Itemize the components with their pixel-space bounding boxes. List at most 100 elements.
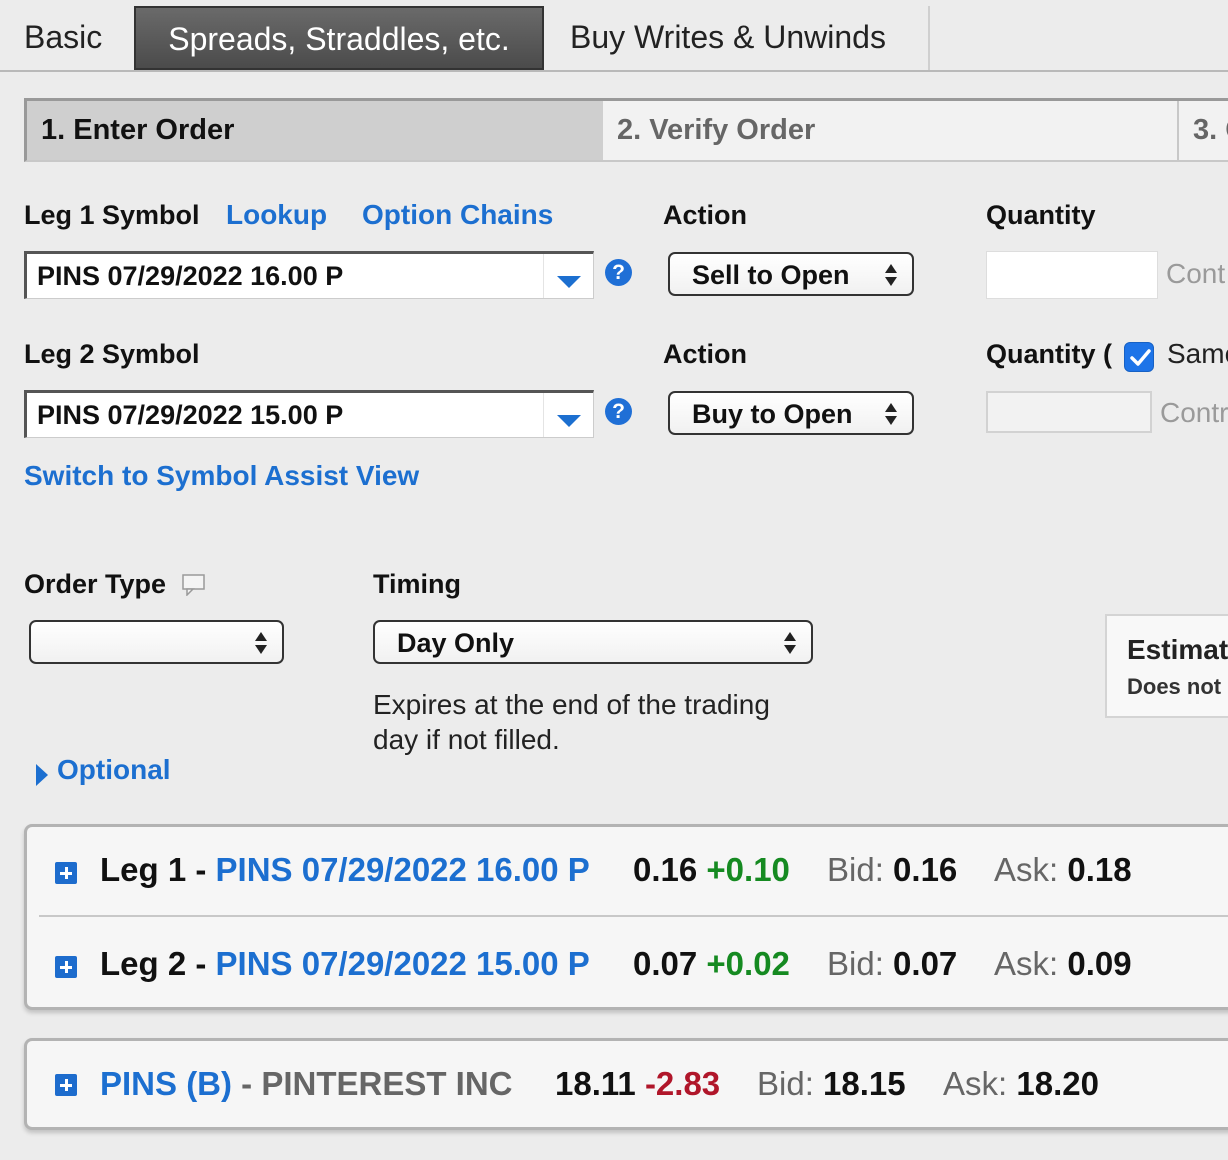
chevron-down-icon (557, 415, 581, 427)
leg1-action-value: Sell to Open (692, 260, 850, 290)
leg2-bid: Bid: 0.07 (827, 945, 957, 983)
leg2-quote-title: Leg 2 - PINS 07/29/2022 15.00 P (100, 945, 590, 983)
leg1-change: +0.10 (706, 851, 790, 888)
estimate-subtitle: Does not (1127, 674, 1222, 699)
leg1-symbol-dropdown-button[interactable] (543, 254, 593, 298)
leg2-ask: Ask: 0.09 (994, 945, 1132, 983)
leg1-dash: - (186, 851, 216, 888)
tab-buy-writes-unwinds[interactable]: Buy Writes & Unwinds (546, 6, 930, 70)
same-quantity-checkbox[interactable] (1124, 342, 1154, 372)
timing-value: Day Only (397, 628, 515, 658)
leg2-action-label: Action (663, 339, 747, 369)
underlying-quote-panel: PINS (B) - PINTEREST INC 18.11 -2.83 Bid… (24, 1038, 1228, 1130)
underlying-change: -2.83 (644, 1065, 721, 1102)
step-verify-order: 2. Verify Order (603, 101, 1179, 160)
leg1-ask-value: 0.18 (1067, 851, 1132, 888)
underlying-company-name: PINTEREST INC (261, 1065, 513, 1102)
updown-arrows-icon (255, 632, 267, 654)
leg2-action-value: Buy to Open (692, 399, 853, 429)
optional-link[interactable]: Optional (57, 754, 171, 786)
expand-icon[interactable] (55, 956, 77, 978)
bid-label: Bid: (827, 945, 894, 982)
leg1-last: 0.16 (633, 851, 698, 888)
bid-label: Bid: (827, 851, 894, 888)
ask-label: Ask: (994, 851, 1068, 888)
underlying-quote-row: PINS (B) - PINTEREST INC 18.11 -2.83 Bid… (27, 1041, 1228, 1133)
tab-spreads-straddles[interactable]: Spreads, Straddles, etc. (134, 6, 544, 70)
leg2-quantity-label: Quantity ( (986, 339, 1112, 369)
order-steps: 1. Enter Order 2. Verify Order 3. C (24, 98, 1228, 162)
updown-arrows-icon (885, 264, 897, 286)
caret-right-icon (36, 764, 48, 786)
leg1-symbol-label: Leg 1 Symbol (24, 200, 200, 230)
estimate-title: Estimat (1127, 634, 1228, 665)
leg1-action-select[interactable]: Sell to Open (668, 252, 914, 296)
leg2-quantity-unit: Contr (1160, 397, 1228, 428)
underlying-last: 18.11 (555, 1065, 636, 1102)
leg2-last: 0.07 (633, 945, 698, 982)
switch-symbol-assist-link[interactable]: Switch to Symbol Assist View (24, 460, 419, 492)
underlying-dash: - (232, 1065, 262, 1102)
leg2-bid-value: 0.07 (893, 945, 958, 982)
leg1-quantity-input[interactable] (986, 251, 1158, 299)
leg1-bid: Bid: 0.16 (827, 851, 957, 889)
leg2-symbol-value: PINS 07/29/2022 15.00 P (37, 400, 344, 430)
leg1-quote-symbol-link[interactable]: PINS 07/29/2022 16.00 P (216, 851, 590, 888)
leg2-name: Leg 2 (100, 945, 187, 982)
leg1-last-change: 0.16 +0.10 (633, 851, 790, 889)
leg2-action-select[interactable]: Buy to Open (668, 391, 914, 435)
leg2-quote-row: Leg 2 - PINS 07/29/2022 15.00 P 0.07 +0.… (27, 921, 1228, 1013)
leg2-change: +0.02 (706, 945, 790, 982)
timing-label: Timing (373, 569, 462, 599)
leg2-symbol-dropdown-button[interactable] (543, 393, 593, 437)
leg2-symbol-label: Leg 2 Symbol (24, 339, 200, 369)
order-tab-bar: Basic Spreads, Straddles, etc. Buy Write… (0, 0, 1228, 72)
option-chains-link[interactable]: Option Chains (362, 199, 553, 231)
tab-basic[interactable]: Basic (0, 6, 126, 70)
estimate-box: Estimat Does not (1105, 614, 1228, 718)
updown-arrows-icon (784, 632, 796, 654)
leg2-dash: - (186, 945, 216, 982)
leg1-name: Leg 1 (100, 851, 187, 888)
lookup-link[interactable]: Lookup (226, 199, 327, 231)
underlying-ask-value: 18.20 (1016, 1065, 1099, 1102)
bid-label: Bid: (757, 1065, 824, 1102)
legs-quote-panel: Leg 1 - PINS 07/29/2022 16.00 P 0.16 +0.… (24, 824, 1228, 1010)
leg2-quote-symbol-link[interactable]: PINS 07/29/2022 15.00 P (216, 945, 590, 982)
leg2-ask-value: 0.09 (1067, 945, 1132, 982)
timing-select[interactable]: Day Only (373, 620, 813, 664)
row-divider (39, 915, 1228, 917)
expand-icon[interactable] (55, 1074, 77, 1096)
checkmark-icon (1130, 349, 1151, 366)
leg1-quote-title: Leg 1 - PINS 07/29/2022 16.00 P (100, 851, 590, 889)
leg2-quantity-input[interactable] (986, 391, 1152, 433)
underlying-symbol-link[interactable]: PINS (B) (100, 1065, 232, 1102)
underlying-bid-value: 18.15 (823, 1065, 906, 1102)
step-enter-order: 1. Enter Order (27, 101, 603, 160)
leg2-last-change: 0.07 +0.02 (633, 945, 790, 983)
help-icon[interactable]: ? (605, 398, 632, 425)
leg1-quantity-unit: Cont (1166, 258, 1226, 289)
leg1-quote-row: Leg 1 - PINS 07/29/2022 16.00 P 0.16 +0.… (27, 827, 1228, 919)
timing-help-line2: day if not filled. (373, 724, 560, 755)
underlying-title: PINS (B) - PINTEREST INC (100, 1065, 513, 1103)
help-icon[interactable]: ? (605, 259, 632, 286)
leg1-bid-value: 0.16 (893, 851, 958, 888)
leg1-ask: Ask: 0.18 (994, 851, 1132, 889)
timing-help-line1: Expires at the end of the trading (373, 689, 770, 720)
expand-icon[interactable] (55, 862, 77, 884)
same-quantity-label: Same (1167, 338, 1228, 369)
order-type-select[interactable] (29, 620, 284, 664)
leg1-action-label: Action (663, 200, 747, 230)
ask-label: Ask: (943, 1065, 1017, 1102)
leg2-symbol-combobox[interactable]: PINS 07/29/2022 15.00 P (24, 390, 594, 438)
order-type-label: Order Type (24, 569, 167, 599)
updown-arrows-icon (885, 403, 897, 425)
comment-icon[interactable] (182, 574, 206, 596)
ask-label: Ask: (994, 945, 1068, 982)
chevron-down-icon (557, 276, 581, 288)
step-confirm: 3. C (1193, 114, 1228, 146)
underlying-ask: Ask: 18.20 (943, 1065, 1099, 1103)
leg1-quantity-label: Quantity (986, 200, 1096, 230)
leg1-symbol-combobox[interactable]: PINS 07/29/2022 16.00 P (24, 251, 594, 299)
